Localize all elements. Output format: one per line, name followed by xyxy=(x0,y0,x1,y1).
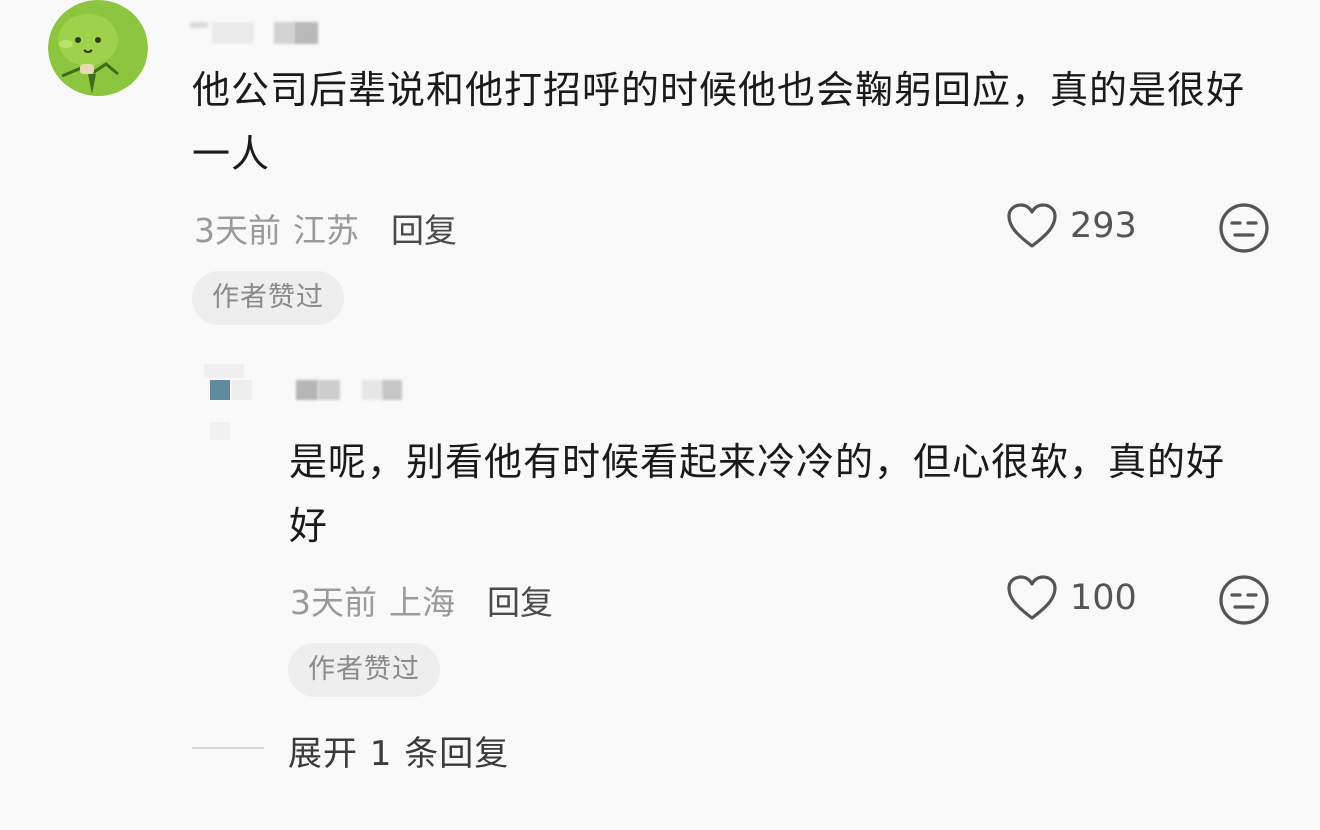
reply-text: 是呢，别看他有时候看起来冷冷的，但心很软，真的好好 xyxy=(289,440,1226,548)
dislike-button[interactable] xyxy=(1218,574,1270,630)
like-button[interactable]: 293 xyxy=(1006,202,1137,250)
neutral-face-icon xyxy=(1219,575,1269,625)
comment-thread: 他公司后辈说和他打招呼的时候他也会鞠躬回应，真的是很好一人 3天前 江苏 回复 29… xyxy=(0,0,1320,830)
neutral-face-icon xyxy=(1219,203,1269,253)
author-liked-badge: 作者赞过 xyxy=(288,643,440,697)
reply-user-avatar[interactable] xyxy=(198,360,268,440)
like-button[interactable]: 100 xyxy=(1006,574,1137,622)
reply-meta: 3天前 上海 回复 xyxy=(290,576,553,624)
heart-outline-icon xyxy=(1007,575,1057,620)
comment-location: 江苏 xyxy=(293,211,359,250)
reply-button[interactable]: 回复 xyxy=(487,583,553,622)
like-count: 293 xyxy=(1070,206,1137,246)
expand-divider xyxy=(192,747,264,749)
comment-text: 他公司后辈说和他打招呼的时候他也会鞠躬回应，真的是很好一人 xyxy=(192,68,1246,176)
user-avatar[interactable] xyxy=(48,0,148,96)
reply-time: 3天前 xyxy=(290,583,377,622)
reply-button[interactable]: 回复 xyxy=(391,211,457,250)
comment-meta: 3天前 江苏 回复 xyxy=(194,204,457,252)
username-blurred[interactable] xyxy=(190,18,330,46)
reply-username-blurred[interactable] xyxy=(296,378,416,402)
expand-replies-button[interactable]: 展开 1 条回复 xyxy=(288,726,509,775)
author-liked-badge: 作者赞过 xyxy=(192,271,344,325)
heart-outline-icon xyxy=(1007,203,1057,248)
comment-time: 3天前 xyxy=(194,211,281,250)
blurred-avatar-icon xyxy=(204,364,252,440)
frog-avatar-icon xyxy=(48,0,148,96)
like-count: 100 xyxy=(1070,578,1137,618)
dislike-button[interactable] xyxy=(1218,202,1270,258)
reply-location: 上海 xyxy=(389,583,455,622)
